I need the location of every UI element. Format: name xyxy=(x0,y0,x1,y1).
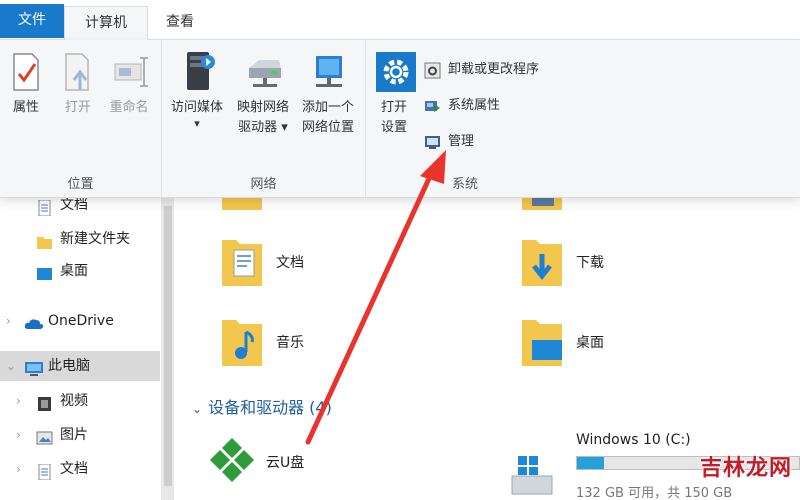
access-media-label-2: ▾ xyxy=(194,117,200,130)
nav-item-label: 文档 xyxy=(60,461,88,477)
uninstall-label: 卸载或更改程序 xyxy=(448,62,540,77)
system-properties-icon xyxy=(424,98,441,115)
access-media-label-1: 访问媒体 xyxy=(170,100,223,115)
folder-icon xyxy=(220,198,264,214)
add-location-label-1: 添加一个 xyxy=(301,100,354,115)
network-location-icon xyxy=(310,50,346,94)
open-settings-button[interactable]: 打开 设置 xyxy=(372,50,416,138)
folder-label: 音乐 xyxy=(276,335,304,351)
nav-item-label: 视频 xyxy=(60,393,88,409)
ribbon-tab-bar: 文件 计算机 查看 xyxy=(0,0,800,40)
nav-item-this-pc[interactable]: ⌄ 此电脑 xyxy=(0,351,160,381)
folder-icon xyxy=(36,231,53,249)
folder-label: 下载 xyxy=(576,255,604,271)
group-location: 属性 打开 重命名 位置 xyxy=(0,40,162,198)
group-location-label: 位置 xyxy=(67,177,94,192)
drive-c-usage-fill xyxy=(577,457,604,469)
system-properties-label: 系统属性 xyxy=(448,98,501,113)
drive-label: 云U盘 xyxy=(266,455,305,471)
tab-file[interactable]: 文件 xyxy=(0,4,64,38)
nav-item-desktop[interactable]: 桌面 xyxy=(0,256,160,286)
nav-item-onedrive[interactable]: › OneDrive xyxy=(0,306,160,336)
open-settings-label-2: 设置 xyxy=(380,120,407,135)
music-folder-icon xyxy=(220,314,264,366)
tab-computer[interactable]: 计算机 xyxy=(64,6,148,40)
group-network-label: 网络 xyxy=(250,177,277,192)
group-system-label: 系统 xyxy=(451,177,478,192)
downloads-folder-icon xyxy=(520,234,564,286)
folder-label: 文档 xyxy=(276,255,304,271)
picture-icon xyxy=(36,427,53,445)
navigation-pane: 文档 新建文件夹 桌面 › OneDrive ⌄ 此电脑 › 视频 › 图片 ›… xyxy=(0,197,162,500)
chevron-right-icon[interactable]: › xyxy=(16,420,21,450)
desktop-folder-icon xyxy=(520,314,564,366)
chevron-down-icon: ⌄ xyxy=(192,402,203,416)
onedrive-cloud-icon xyxy=(24,313,44,329)
open-icon xyxy=(60,50,96,94)
open-button[interactable]: 打开 xyxy=(56,50,100,118)
nav-item-videos[interactable]: › 视频 xyxy=(0,386,160,416)
network-drive-icon xyxy=(245,50,281,94)
uninstall-icon xyxy=(424,62,441,79)
map-network-drive-button[interactable]: 映射网络 驱动器 ▾ xyxy=(232,50,294,138)
properties-label: 属性 xyxy=(12,100,39,115)
settings-gear-icon xyxy=(376,50,416,94)
tab-view[interactable]: 查看 xyxy=(148,6,212,40)
drive-c-space: 132 GB 可用，共 150 GB xyxy=(576,486,733,500)
video-icon xyxy=(36,393,53,411)
drive-c-label: Windows 10 (C:) xyxy=(576,432,691,448)
uninstall-program-button[interactable]: 卸载或更改程序 xyxy=(424,58,539,82)
nav-item-pictures[interactable]: › 图片 xyxy=(0,420,160,450)
nav-scrollbar-thumb[interactable] xyxy=(164,206,172,486)
map-drive-label-1: 映射网络 xyxy=(236,100,289,115)
watermark: 吉林龙网 xyxy=(699,456,792,481)
nav-item-label: 桌面 xyxy=(60,263,88,279)
rename-button[interactable]: 重命名 xyxy=(104,50,154,118)
nav-item-documents-2[interactable]: › 文档 xyxy=(0,454,160,484)
rename-icon xyxy=(111,50,148,94)
system-properties-button[interactable]: 系统属性 xyxy=(424,94,500,118)
open-settings-label-1: 打开 xyxy=(380,100,407,115)
document-icon xyxy=(36,197,53,217)
content-pane: 文档 下载 音乐 桌面 ⌄ 设备和驱动器 (4) 云U盘 Windows 10 … xyxy=(162,198,800,500)
drive-windows-c[interactable] xyxy=(510,450,570,500)
devices-section-label: 设备和驱动器 (4) xyxy=(208,398,332,417)
folder-icon xyxy=(520,198,564,214)
manage-button[interactable]: 管理 xyxy=(424,130,474,154)
properties-icon xyxy=(8,50,44,94)
group-network: 访问媒体 ▾ 映射网络 驱动器 ▾ 添加一个 网络位置 网络 xyxy=(162,40,366,198)
nav-item-new-folder[interactable]: 新建文件夹 xyxy=(0,224,160,254)
ribbon: 属性 打开 重命名 位置 访问媒体 ▾ 映射网络 驱动器 ▾ 添加一个 网络位置… xyxy=(0,40,800,198)
file-explorer-window: 文件 计算机 查看 属性 打开 重命名 位置 访问媒体 ▾ 映射网络 驱动器 ▾… xyxy=(0,0,800,500)
access-media-button[interactable]: 访问媒体 ▾ xyxy=(166,50,228,130)
nav-item-label: 新建文件夹 xyxy=(60,231,130,247)
devices-section-header[interactable]: ⌄ 设备和驱动器 (4) xyxy=(192,394,332,418)
nav-item-label: 此电脑 xyxy=(48,358,90,374)
rename-label: 重命名 xyxy=(109,100,149,115)
add-network-location-button[interactable]: 添加一个 网络位置 xyxy=(296,50,360,138)
cloud-usb-drive-icon xyxy=(210,434,254,486)
nav-scrollbar[interactable] xyxy=(162,198,174,500)
documents-folder-icon xyxy=(220,234,264,286)
manage-label: 管理 xyxy=(448,134,475,149)
map-drive-label-2: 驱动器 ▾ xyxy=(238,120,288,135)
nav-item-label: OneDrive xyxy=(48,313,114,329)
desktop-icon xyxy=(36,263,53,280)
properties-button[interactable]: 属性 xyxy=(4,50,48,118)
folder-label: 桌面 xyxy=(576,335,604,351)
chevron-down-icon[interactable]: ⌄ xyxy=(6,351,16,381)
open-label: 打开 xyxy=(64,100,91,115)
computer-management-icon xyxy=(424,134,441,151)
chevron-right-icon[interactable]: › xyxy=(6,306,11,336)
document-icon xyxy=(36,461,53,481)
group-system: 打开 设置 卸载或更改程序 系统属性 管理 系统 xyxy=(366,40,564,198)
media-server-icon xyxy=(179,50,215,94)
chevron-right-icon[interactable]: › xyxy=(16,454,21,484)
nav-item-label: 图片 xyxy=(60,427,88,443)
windows-drive-icon xyxy=(510,450,554,500)
chevron-right-icon[interactable]: › xyxy=(16,386,21,416)
computer-icon xyxy=(24,358,43,376)
add-location-label-2: 网络位置 xyxy=(301,120,354,135)
